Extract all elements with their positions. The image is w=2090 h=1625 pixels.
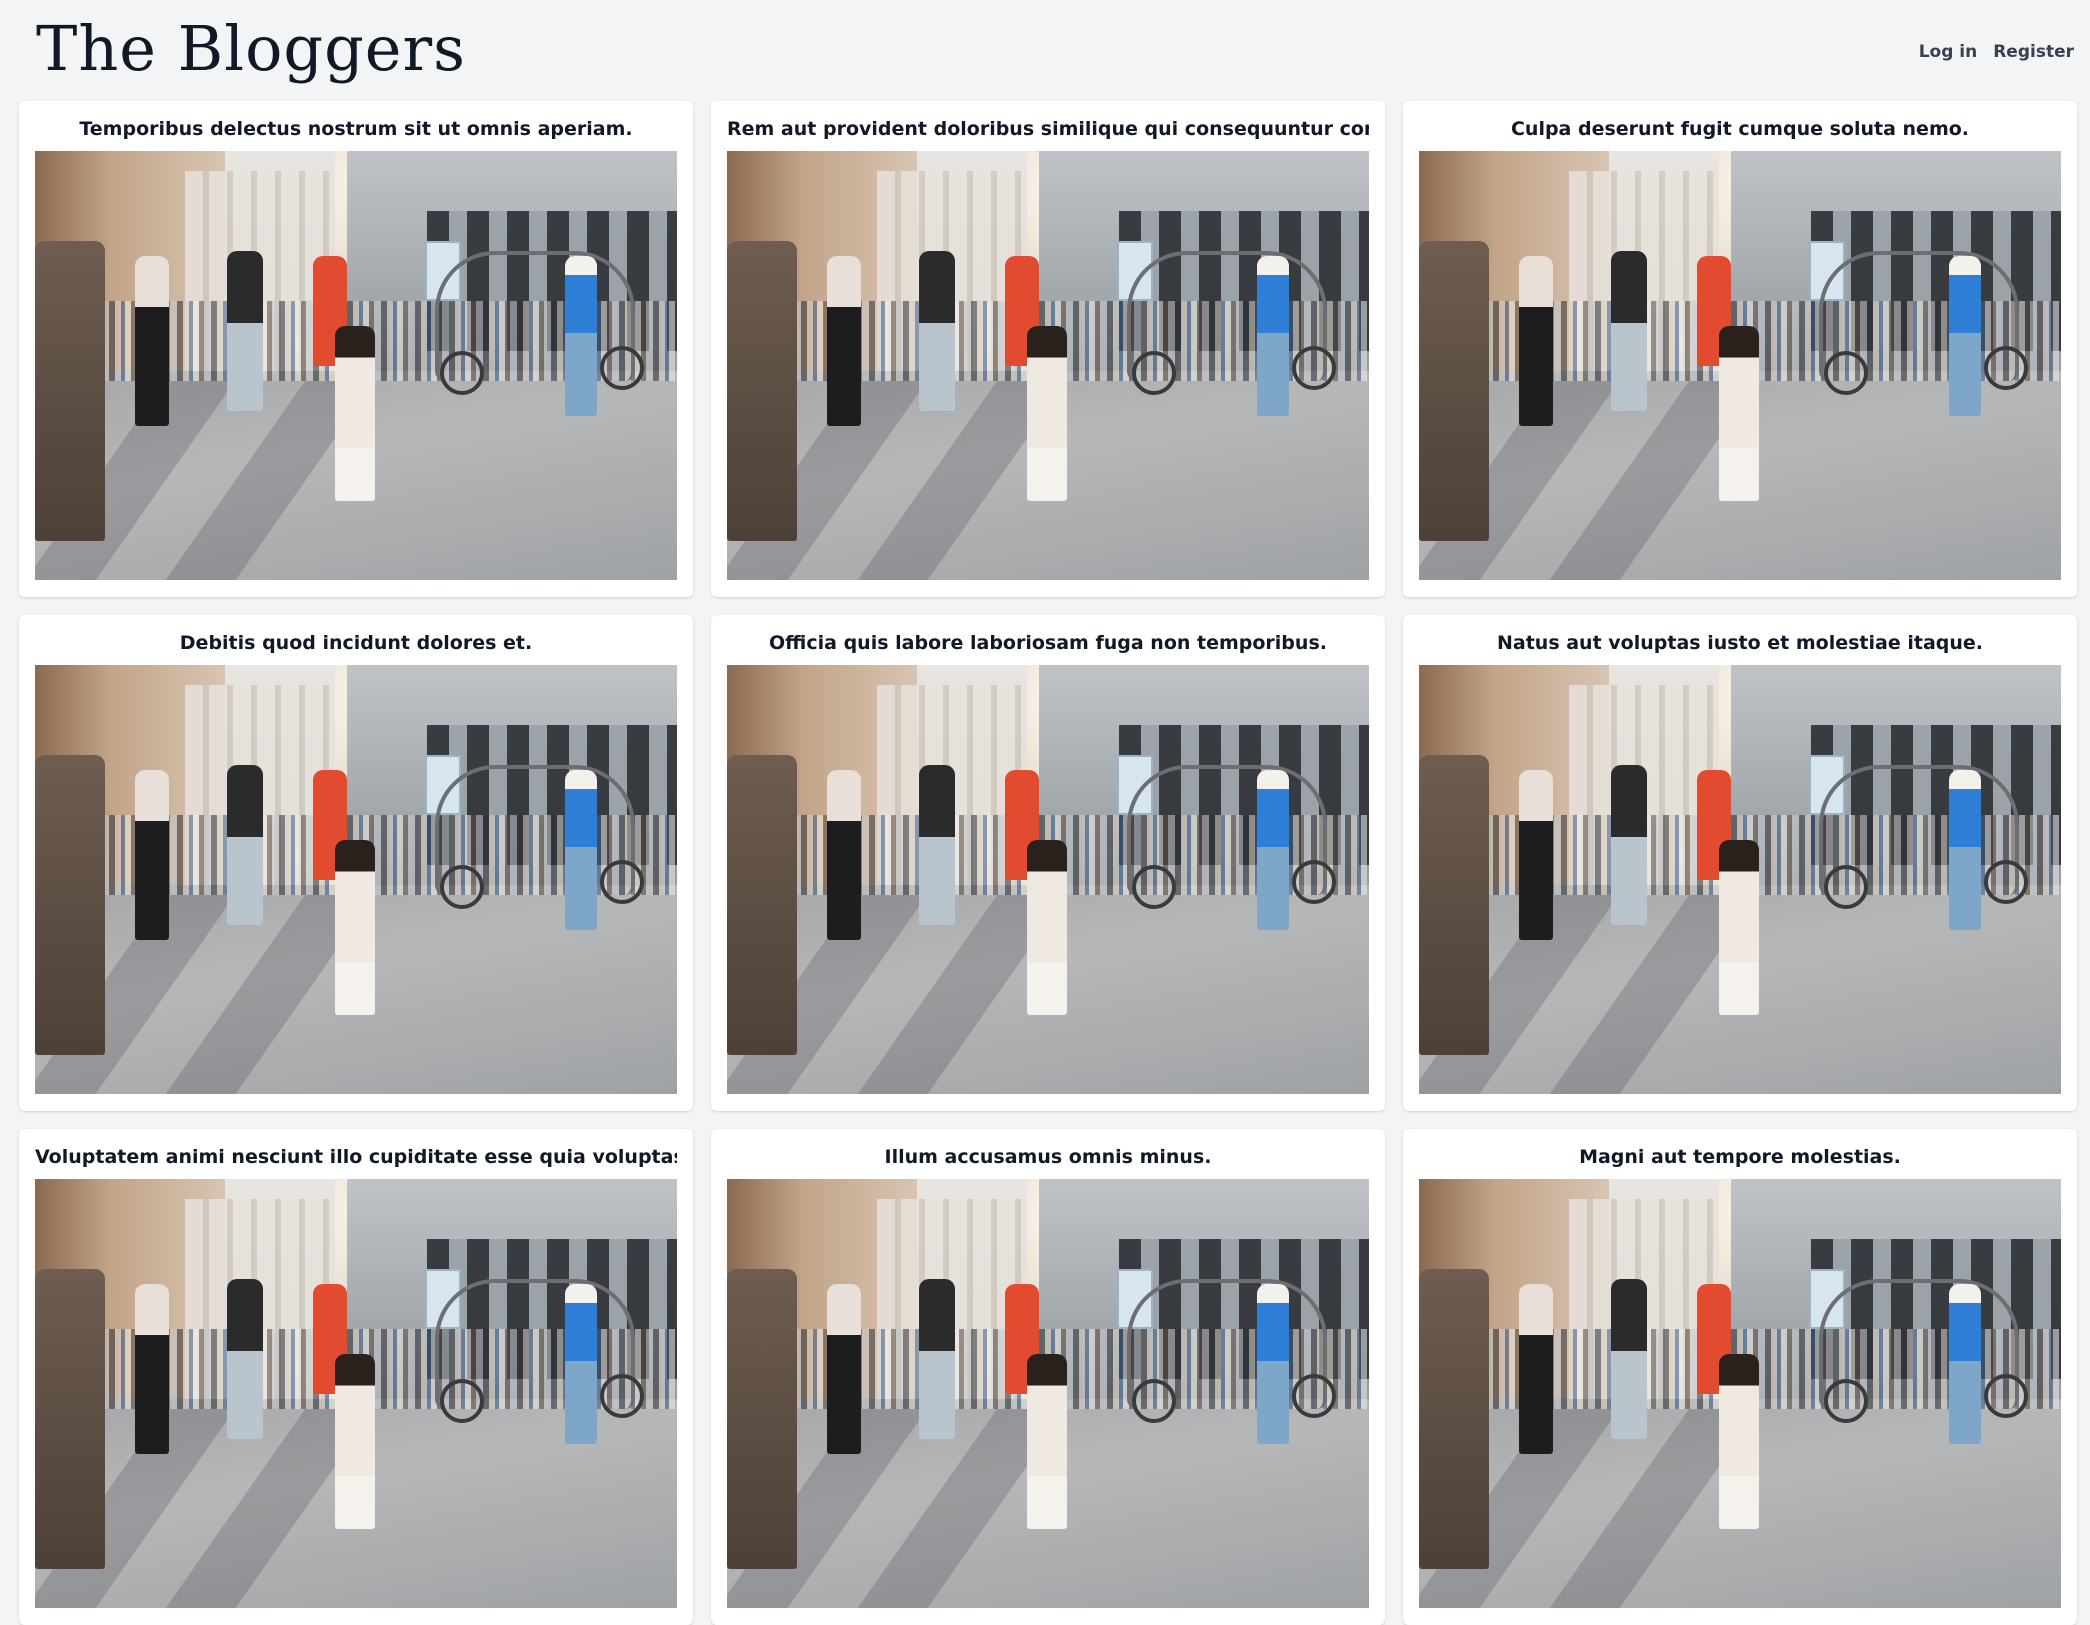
image-wheel (1984, 1374, 2028, 1418)
image-wheel (1292, 1374, 1336, 1418)
image-person (827, 1284, 861, 1454)
post-card[interactable]: Officia quis labore laboriosam fuga non … (711, 615, 1385, 1111)
post-card[interactable]: Culpa deserunt fugit cumque soluta nemo. (1403, 101, 2077, 597)
post-title[interactable]: Debitis quod incidunt dolores et. (35, 631, 677, 655)
post-card[interactable]: Magni aut tempore molestias. (1403, 1129, 2077, 1625)
post-card[interactable]: Rem aut provident doloribus similique qu… (711, 101, 1385, 597)
post-card[interactable]: Voluptatem animi nesciunt illo cupiditat… (19, 1129, 693, 1625)
image-person (1519, 770, 1553, 940)
image-person (35, 1269, 105, 1569)
login-link[interactable]: Log in (1919, 42, 1978, 62)
post-image[interactable] (727, 151, 1369, 580)
site-header: The Bloggers Log in Register (0, 0, 2090, 100)
post-title[interactable]: Natus aut voluptas iusto et molestiae it… (1419, 631, 2061, 655)
post-image[interactable] (727, 1179, 1369, 1608)
image-wheel (1132, 1379, 1176, 1423)
post-image[interactable] (35, 665, 677, 1094)
image-person (1419, 241, 1489, 541)
post-title[interactable]: Illum accusamus omnis minus. (727, 1145, 1369, 1169)
image-wheel (440, 865, 484, 909)
image-child (1719, 1354, 1759, 1529)
post-title[interactable]: Culpa deserunt fugit cumque soluta nemo. (1419, 117, 2061, 141)
image-wheel (1824, 351, 1868, 395)
post-title[interactable]: Voluptatem animi nesciunt illo cupiditat… (35, 1145, 677, 1169)
post-card[interactable]: Illum accusamus omnis minus. (711, 1129, 1385, 1625)
image-person (1257, 256, 1289, 416)
image-person (565, 770, 597, 930)
image-wheel (600, 1374, 644, 1418)
image-person (1419, 755, 1489, 1055)
image-person (1519, 1284, 1553, 1454)
image-person (227, 1279, 263, 1439)
image-person (227, 251, 263, 411)
image-child (1719, 840, 1759, 1015)
image-wheel (600, 860, 644, 904)
image-wheel (440, 351, 484, 395)
image-person (1519, 256, 1553, 426)
post-image[interactable] (1419, 1179, 2061, 1608)
post-image[interactable] (1419, 665, 2061, 1094)
image-wheel (1824, 1379, 1868, 1423)
post-image[interactable] (35, 1179, 677, 1608)
image-wheel (1824, 865, 1868, 909)
image-person (727, 1269, 797, 1569)
post-grid: Temporibus delectus nostrum sit ut omnis… (19, 101, 2079, 1625)
site-title[interactable]: The Bloggers (36, 12, 466, 85)
image-person (727, 241, 797, 541)
image-person (135, 256, 169, 426)
image-wheel (1292, 860, 1336, 904)
image-person (565, 256, 597, 416)
post-card[interactable]: Temporibus delectus nostrum sit ut omnis… (19, 101, 693, 597)
image-child (335, 326, 375, 501)
image-child (1027, 1354, 1067, 1529)
image-wheel (440, 1379, 484, 1423)
auth-nav: Log in Register (1919, 42, 2074, 62)
image-wheel (1132, 351, 1176, 395)
post-title[interactable]: Officia quis labore laboriosam fuga non … (727, 631, 1369, 655)
image-person (1611, 251, 1647, 411)
image-person (1419, 1269, 1489, 1569)
image-person (1257, 770, 1289, 930)
image-person (1611, 765, 1647, 925)
image-person (919, 1279, 955, 1439)
image-child (335, 1354, 375, 1529)
image-person (135, 1284, 169, 1454)
post-image[interactable] (35, 151, 677, 580)
image-child (335, 840, 375, 1015)
image-person (565, 1284, 597, 1444)
image-person (827, 770, 861, 940)
image-child (1027, 326, 1067, 501)
image-person (919, 765, 955, 925)
image-person (827, 256, 861, 426)
image-person (135, 770, 169, 940)
register-link[interactable]: Register (1993, 42, 2074, 62)
image-person (35, 755, 105, 1055)
image-person (227, 765, 263, 925)
image-person (1611, 1279, 1647, 1439)
image-child (1719, 326, 1759, 501)
image-wheel (1984, 860, 2028, 904)
image-wheel (1292, 346, 1336, 390)
post-title[interactable]: Rem aut provident doloribus similique qu… (727, 117, 1369, 141)
post-card[interactable]: Debitis quod incidunt dolores et. (19, 615, 693, 1111)
image-person (1257, 1284, 1289, 1444)
post-title[interactable]: Temporibus delectus nostrum sit ut omnis… (35, 117, 677, 141)
image-person (35, 241, 105, 541)
image-person (1949, 770, 1981, 930)
image-person (727, 755, 797, 1055)
image-person (919, 251, 955, 411)
post-title[interactable]: Magni aut tempore molestias. (1419, 1145, 2061, 1169)
image-person (1949, 256, 1981, 416)
post-image[interactable] (1419, 151, 2061, 580)
image-person (1949, 1284, 1981, 1444)
image-wheel (1984, 346, 2028, 390)
image-wheel (600, 346, 644, 390)
image-child (1027, 840, 1067, 1015)
post-card[interactable]: Natus aut voluptas iusto et molestiae it… (1403, 615, 2077, 1111)
image-wheel (1132, 865, 1176, 909)
post-image[interactable] (727, 665, 1369, 1094)
